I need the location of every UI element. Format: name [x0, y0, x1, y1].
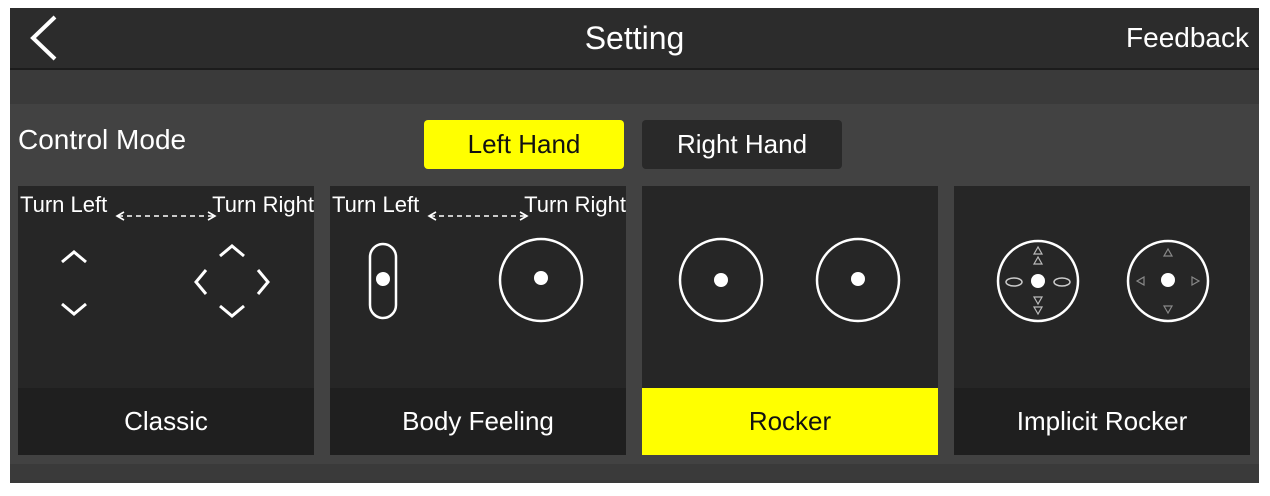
implicit-rocker-label: Implicit Rocker: [954, 388, 1250, 455]
top-bar: Setting Feedback: [10, 8, 1259, 70]
body-feeling-preview: Turn Left Turn Right: [330, 186, 626, 388]
mode-card-classic[interactable]: Turn Left Turn Right Classic: [18, 186, 314, 455]
classic-preview: Turn Left Turn Right: [18, 186, 314, 388]
turn-left-label: Turn Left: [332, 192, 420, 217]
feedback-button[interactable]: Feedback: [1126, 8, 1249, 68]
page-title: Setting: [584, 20, 685, 56]
app-window: Setting Feedback Control Mode Left Hand …: [10, 8, 1259, 483]
header-divider-strip: [10, 70, 1259, 104]
rocker-label: Rocker: [642, 388, 938, 455]
control-mode-label: Control Mode: [18, 124, 187, 155]
rocker-preview: [642, 186, 938, 388]
turn-right-label: Turn Right: [524, 192, 626, 217]
mode-card-body-feeling[interactable]: Turn Left Turn Right Body Feeling: [330, 186, 626, 455]
implicit-rocker-layout-icon: [996, 239, 1210, 323]
mode-card-rocker[interactable]: Rocker: [642, 186, 938, 455]
turn-left-label: Turn Left: [20, 192, 108, 217]
left-hand-button[interactable]: Left Hand: [424, 120, 624, 169]
turn-right-label: Turn Right: [212, 192, 314, 217]
bottom-strip: [10, 464, 1259, 483]
implicit-rocker-preview: [954, 186, 1250, 388]
mode-card-implicit-rocker[interactable]: Implicit Rocker: [954, 186, 1250, 455]
body-feeling-label: Body Feeling: [330, 388, 626, 455]
right-hand-button[interactable]: Right Hand: [642, 120, 842, 169]
rocker-layout-icon: [678, 237, 901, 323]
classic-label: Classic: [18, 388, 314, 455]
